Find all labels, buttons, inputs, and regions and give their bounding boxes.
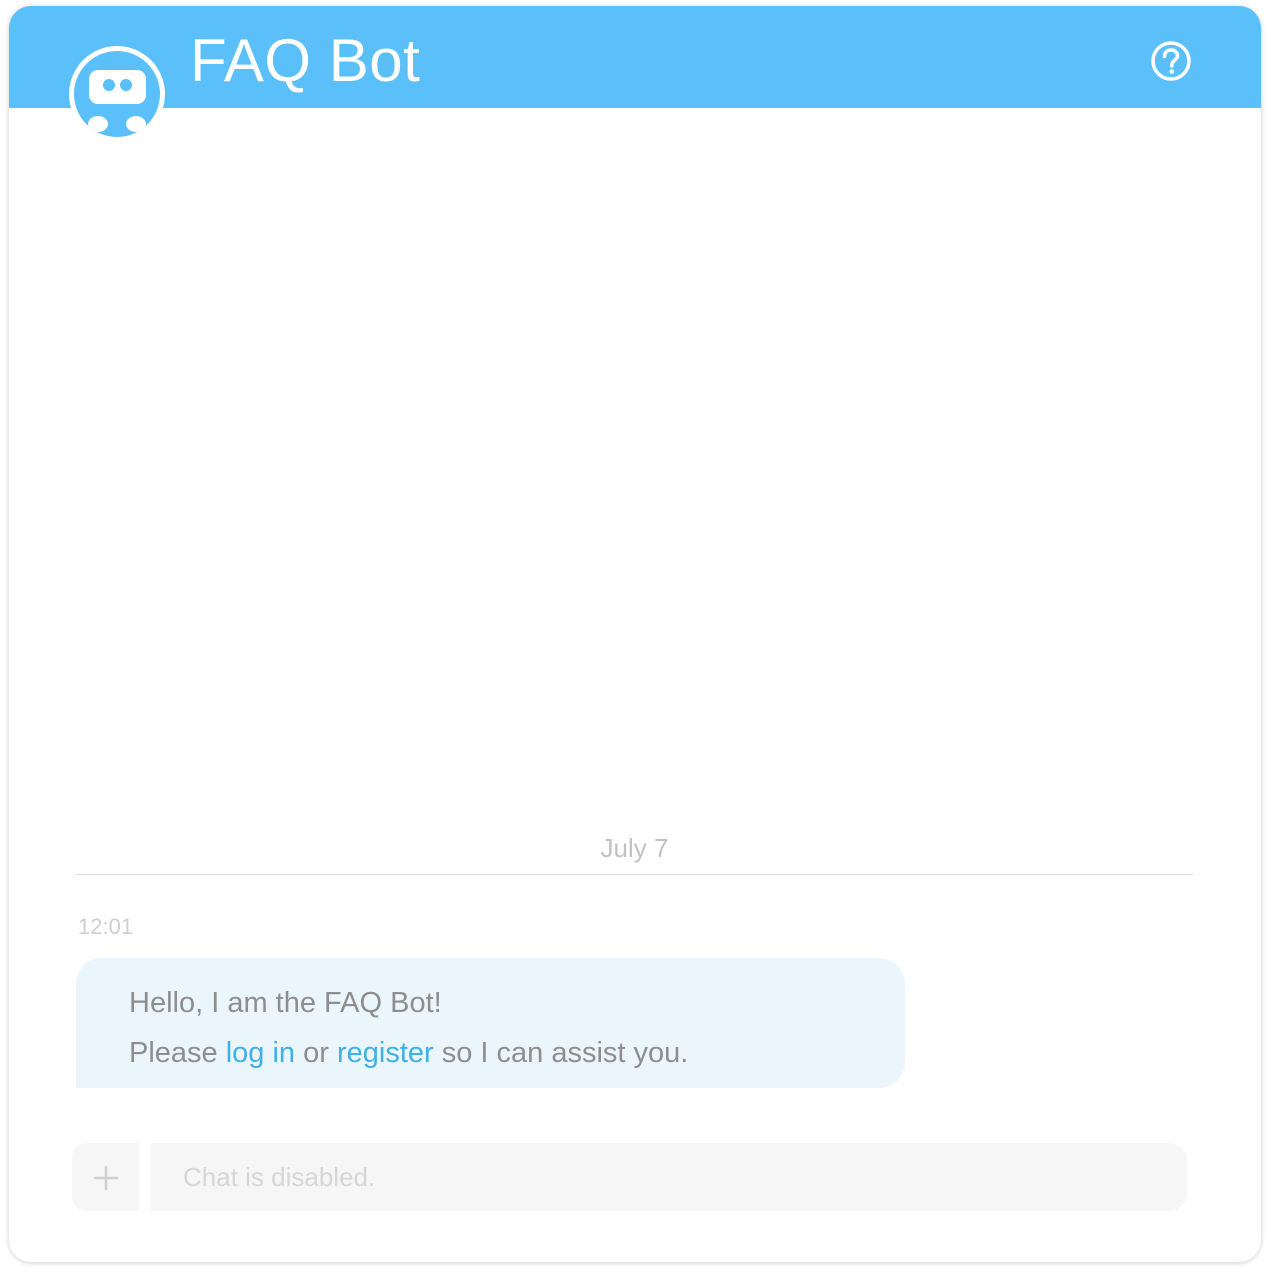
question-circle-icon: [1151, 41, 1191, 81]
plus-icon: [93, 1165, 119, 1191]
chat-widget: FAQ Bot July 7 12:01 Hello, I am the FAQ…: [9, 6, 1261, 1262]
bot-message-bubble: Hello, I am the FAQ Bot! Please log in o…: [76, 958, 905, 1088]
date-divider-label: July 7: [600, 833, 669, 863]
divider-line: [76, 874, 1193, 875]
login-link[interactable]: log in: [226, 1037, 295, 1069]
message-timestamp: 12:01: [78, 914, 134, 939]
chat-title: FAQ Bot: [190, 27, 421, 94]
message-text: or: [295, 1037, 337, 1069]
date-divider: July 7: [76, 828, 1193, 876]
message-line-instructions: Please log in or register so I can assis…: [129, 1033, 688, 1073]
message-line-greeting: Hello, I am the FAQ Bot!: [129, 987, 442, 1019]
message-text: so I can assist you.: [433, 1037, 689, 1069]
robot-face-icon: [88, 70, 146, 132]
attach-button[interactable]: [72, 1143, 139, 1211]
register-link[interactable]: register: [337, 1037, 434, 1069]
chat-header: FAQ Bot: [9, 6, 1261, 108]
bot-avatar: [69, 46, 165, 142]
message-text: Please: [129, 1037, 226, 1069]
help-button[interactable]: [1149, 39, 1193, 83]
chat-message-input[interactable]: [151, 1143, 1187, 1211]
